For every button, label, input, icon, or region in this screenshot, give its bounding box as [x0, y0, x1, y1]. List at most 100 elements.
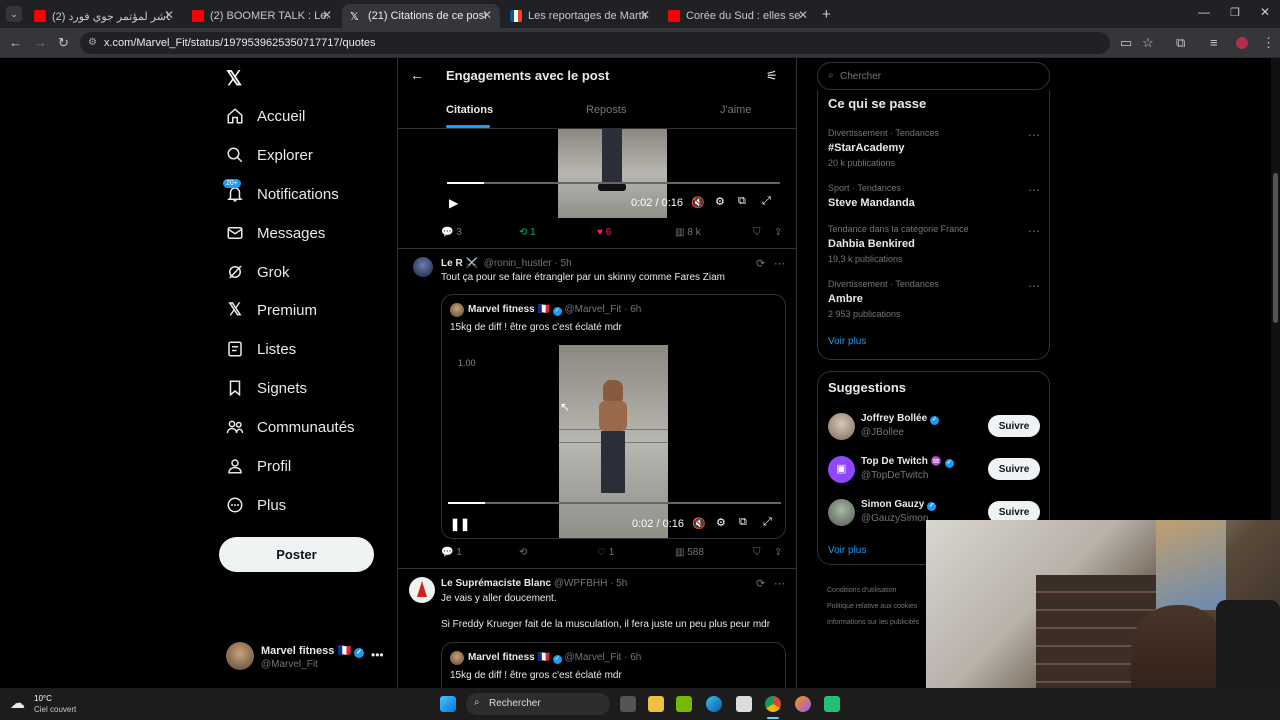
more-options-icon[interactable]: ⋯ [1028, 183, 1040, 197]
avatar[interactable] [828, 413, 855, 440]
footer-link[interactable]: Conditions d'utilisation [827, 583, 919, 599]
nav-item-profil[interactable]: Profil [226, 451, 291, 481]
browser-tab-5[interactable]: Corée du Sud : elles se mettent ✕ [660, 4, 816, 28]
nvidia-icon[interactable] [676, 696, 692, 712]
firefox-icon[interactable] [795, 696, 811, 712]
suggestion-name[interactable]: Top De Twitch [861, 456, 928, 467]
store-icon[interactable] [736, 696, 752, 712]
suggestion-name[interactable]: Simon Gauzy [861, 499, 924, 510]
profile-avatar[interactable] [1236, 37, 1248, 49]
more-options-icon[interactable]: ⋯ [1028, 128, 1040, 142]
media-control-icon[interactable]: ≡ [1210, 36, 1218, 50]
mute-icon[interactable]: 🔇 [692, 517, 706, 530]
follow-button[interactable]: Suivre [988, 458, 1040, 480]
filter-icon[interactable]: ⚟ [766, 68, 778, 84]
grok-icon[interactable]: ⟳ [756, 257, 765, 270]
trend-item[interactable]: Divertissement · Tendances #StarAcademy … [828, 128, 939, 168]
app-icon[interactable] [824, 696, 840, 712]
footer-link[interactable]: Politique relative aux cookies [827, 599, 919, 615]
author-handle[interactable]: @ronin_hustler [484, 258, 552, 269]
nav-item-explorer[interactable]: Explorer [226, 140, 313, 170]
views-icon[interactable]: ▥ 8 k [675, 227, 701, 238]
repost-icon[interactable]: ⟲ 1 [519, 227, 536, 238]
account-switcher[interactable]: Marvel fitness 🇫🇷 ✓ @Marvel_Fit ••• [226, 642, 386, 674]
taskbar-search[interactable]: ⌕ Rechercher [466, 693, 610, 715]
avatar[interactable] [409, 577, 435, 603]
trend-item[interactable]: Divertissement · Tendances Ambre 2 953 p… [828, 279, 939, 319]
settings-icon[interactable]: ⚙ [715, 195, 725, 208]
nav-item-communautes[interactable]: Communautés [226, 412, 355, 442]
tab-list-dropdown[interactable]: ⌄ [6, 6, 22, 22]
like-icon[interactable]: ♥ 6 [597, 227, 611, 238]
more-options-icon[interactable]: ⋯ [774, 257, 785, 270]
more-options-icon[interactable]: ⋯ [774, 577, 785, 590]
footer-link[interactable]: Informations sur les publicités [827, 615, 919, 631]
task-view-icon[interactable] [620, 696, 636, 712]
quoted-post[interactable]: Marvel fitness 🇫🇷 ✓ @Marvel_Fit · 6h 15k… [441, 642, 786, 688]
close-window-button[interactable]: ✕ [1260, 5, 1270, 19]
site-info-icon[interactable]: ⚙ [88, 32, 97, 54]
nav-item-grok[interactable]: Grok [226, 257, 290, 287]
fullscreen-icon[interactable]: ⤢ [762, 195, 771, 208]
play-icon[interactable]: ▶ [449, 196, 458, 210]
nav-item-accueil[interactable]: Accueil [226, 101, 305, 131]
back-arrow-icon[interactable]: ← [410, 67, 424, 83]
pip-icon[interactable]: ⧉ [738, 195, 746, 208]
tab-reposts[interactable]: Reposts [586, 104, 626, 116]
restore-button[interactable]: ❐ [1230, 6, 1240, 19]
x-logo-icon[interactable]: 𝕏 [226, 66, 242, 91]
more-options-icon[interactable]: ••• [371, 648, 384, 662]
author-name[interactable]: Le Suprémaciste Blanc [441, 578, 551, 589]
trend-item[interactable]: Tendance dans la catégorie France Dahbia… [828, 224, 969, 264]
search-input[interactable]: ⌕ Chercher [817, 62, 1050, 90]
like-icon[interactable]: ♡ 1 [597, 547, 614, 558]
close-tab-icon[interactable]: ✕ [482, 8, 492, 22]
video-progress[interactable] [448, 502, 781, 504]
avatar[interactable] [828, 499, 855, 526]
trend-item[interactable]: Sport · Tendances Steve Mandanda [828, 183, 915, 209]
tab-citations[interactable]: Citations [446, 104, 493, 116]
mute-icon[interactable]: 🔇 [691, 196, 705, 209]
quoted-post[interactable]: Marvel fitness 🇫🇷 ✓ @Marvel_Fit · 6h 15k… [441, 294, 786, 539]
video-progress[interactable] [447, 182, 780, 184]
fullscreen-icon[interactable]: ⤢ [763, 516, 772, 529]
settings-icon[interactable]: ⚙ [716, 516, 726, 529]
bookmark-star-icon[interactable]: ☆ [1142, 36, 1154, 50]
minimize-button[interactable]: — [1198, 5, 1210, 19]
browser-tab-3[interactable]: 𝕏 (21) Citations de ce post / X ✕ [342, 4, 500, 28]
close-tab-icon[interactable]: ✕ [164, 8, 174, 22]
avatar[interactable] [413, 257, 433, 277]
browser-menu-icon[interactable]: ⋮ [1262, 36, 1275, 50]
file-explorer-icon[interactable] [648, 696, 664, 712]
install-app-icon[interactable]: ▭ [1120, 36, 1132, 50]
chrome-icon[interactable] [765, 696, 781, 712]
close-tab-icon[interactable]: ✕ [322, 8, 332, 22]
repost-icon[interactable]: ⟲ [519, 547, 527, 558]
browser-tab-4[interactable]: Les reportages de Martin Weill ✕ [502, 4, 658, 28]
nav-item-plus[interactable]: Plus [226, 490, 286, 520]
extensions-icon[interactable]: ⧉ [1176, 36, 1185, 50]
author-handle[interactable]: @WPFBHH [554, 578, 607, 589]
nav-item-notifications[interactable]: 20+ Notifications [223, 179, 339, 209]
close-tab-icon[interactable]: ✕ [798, 8, 808, 22]
nav-item-messages[interactable]: Messages [226, 218, 325, 248]
more-options-icon[interactable]: ⋯ [1028, 224, 1040, 238]
see-more-link[interactable]: Voir plus [828, 545, 866, 556]
forward-arrow-icon[interactable]: → [34, 36, 47, 50]
address-bar[interactable]: ⚙ x.com/Marvel_Fit/status/19795396253507… [80, 32, 1110, 54]
nav-item-signets[interactable]: Signets [226, 373, 307, 403]
video-player[interactable]: ▶ 0:02 / 0:16 🔇 ⚙ ⧉ ⤢ [441, 129, 786, 218]
reply-icon[interactable]: 💬 3 [441, 227, 462, 238]
back-arrow-icon[interactable]: ← [9, 36, 22, 50]
nav-item-premium[interactable]: 𝕏 Premium [226, 295, 317, 325]
browser-tab-2[interactable]: (2) BOOMER TALK : Les années ✕ [184, 4, 340, 28]
tab-jaime[interactable]: J'aime [720, 104, 751, 116]
edge-icon[interactable] [706, 696, 722, 712]
nav-item-listes[interactable]: Listes [226, 334, 296, 364]
post-button[interactable]: Poster [219, 537, 374, 572]
see-more-link[interactable]: Voir plus [828, 336, 866, 347]
video-player[interactable]: 1.00 ↖ ❚❚ 0:02 / 0:16 🔇 ⚙ ⧉ ⤢ [442, 345, 785, 538]
reload-icon[interactable]: ↻ [58, 36, 69, 50]
browser-tab-1[interactable]: (2) البث المباشر لمؤتمر جوي فورد ✕ [26, 4, 182, 28]
share-icon[interactable]: ⇪ [774, 547, 782, 558]
